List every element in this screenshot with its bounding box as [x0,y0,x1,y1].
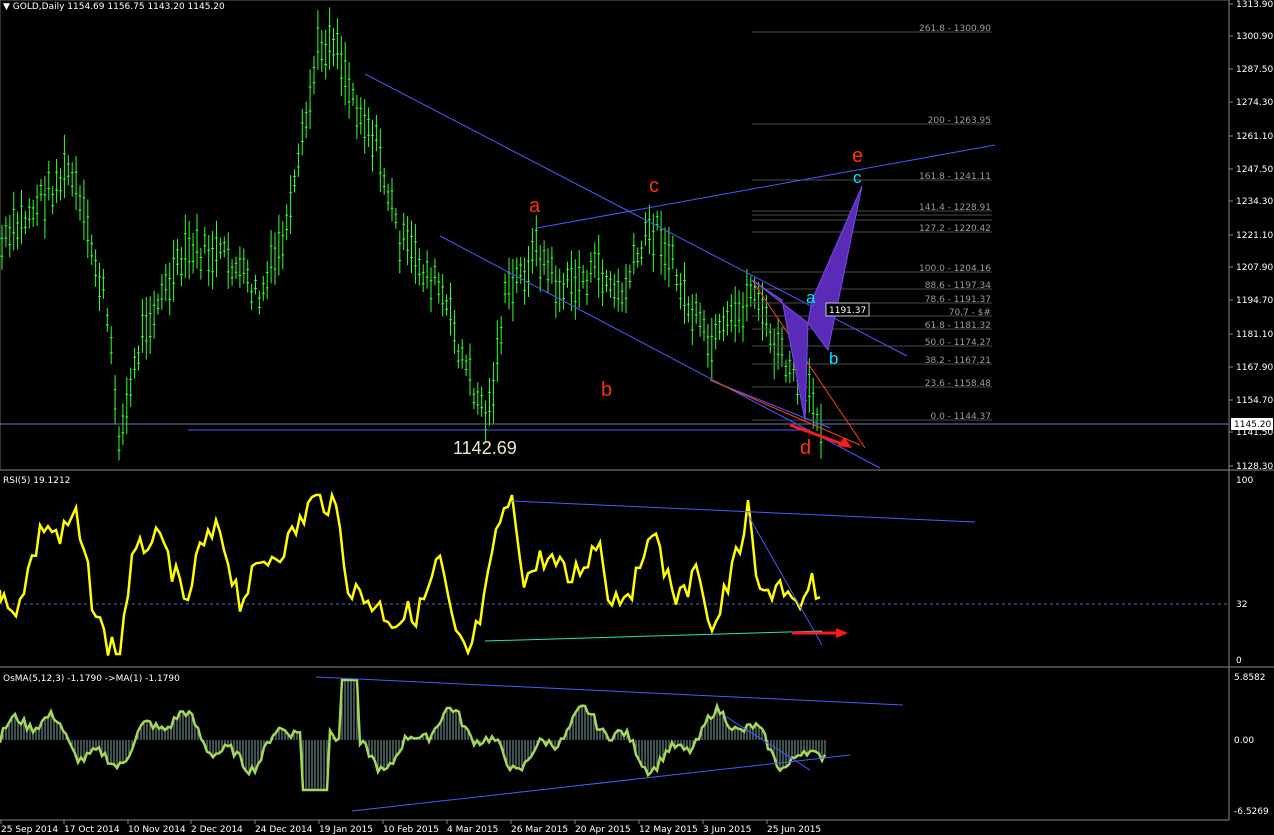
price-axis[interactable]: 1313.90 1300.90 1287.50 1274.30 1261.10 1247.… [1229,0,1273,472]
date-label: 25 Jun 2015 [767,825,821,835]
rsi-red-arrow-head [836,628,848,638]
chart-title: ▼ GOLD,Daily 1154.69 1156.75 1143.20 114… [3,2,225,12]
current-price-value: 1145.20 [1234,420,1271,430]
fib-label: 161.8 - 1241.11 [919,172,991,182]
osma-tick-label: 0.00 [1234,736,1254,746]
wave-label-b: b [601,379,612,401]
fib-label: 78.6 - 1191.37 [925,295,991,305]
fib-label: 38.2 - 1167.21 [925,356,991,366]
fib-label: 141.4 - 1228.91 [919,203,991,213]
price-tick-label: 1313.90 [1236,0,1273,10]
wave-label-a: a [529,195,541,217]
price-tick-label: 1154.70 [1236,396,1273,406]
date-label: 17 Oct 2014 [64,825,120,835]
fib-label: 70.7 - $# [949,308,991,318]
price-tick-label: 1287.50 [1236,65,1273,75]
osma-tick-label: -6.5269 [1234,807,1269,817]
date-axis: 25 Sep 2014 17 Oct 2014 10 Nov 2014 2 Dec 2… [0,820,821,835]
price-callout-value: 1191.37 [829,306,866,316]
date-label: 2 Dec 2014 [191,825,243,835]
fib-label: 100.0 - 1204.16 [919,264,991,274]
chart-canvas[interactable]: 261.8 - 1300.90 200 - 1263.95 161.8 - 1241… [0,0,1274,835]
wave-label-d: d [800,437,811,459]
date-label: 24 Dec 2014 [255,825,313,835]
fib-label: 23.6 - 1158.48 [925,379,991,389]
rsi-tick-label: 32 [1236,600,1247,610]
price-tick-label: 1247.50 [1236,165,1273,175]
wave-label-e: e [852,145,863,167]
rsi-title: RSI(5) 19.1212 [3,476,70,486]
price-tick-label: 1221.10 [1236,231,1273,241]
date-label: 20 Apr 2015 [575,825,631,835]
date-label: 3 Jun 2015 [703,825,751,835]
date-label: 25 Sep 2014 [1,825,58,835]
osma-tick-label: 5.8582 [1234,673,1266,683]
fib-label: 50.0 - 1174.27 [925,338,991,348]
date-label: 4 Mar 2015 [447,825,498,835]
price-tick-label: 1300.90 [1236,32,1273,42]
price-tick-label: 1181.10 [1236,330,1273,340]
price-tick-label: 1167.90 [1236,363,1273,373]
price-tick-label: 1194.70 [1236,296,1273,306]
rsi-axis: 100 32 0 [1236,476,1253,666]
price-tick-label: 1128.30 [1236,462,1273,472]
price-tick-label: 1261.10 [1236,132,1273,142]
rsi-tick-label: 100 [1236,476,1253,486]
wave-label-cyan-a: a [806,288,816,307]
fib-label: 127.2 - 1220.42 [919,224,991,234]
osma-axis: 5.8582 0.00 -6.5269 [1234,673,1269,817]
fib-label: 61.8 - 1181.32 [925,321,991,331]
price-tick-label: 1234.30 [1236,197,1273,207]
rsi-line [0,490,821,657]
wave-label-cyan-c: c [853,168,862,187]
fib-label: 0.0 - 1144.37 [931,412,992,422]
wave-label-cyan-b: b [829,349,838,368]
chart-title-text: GOLD,Daily 1154.69 1156.75 1143.20 1145.… [13,2,225,12]
wave-label-c: c [649,175,659,197]
date-label: 10 Feb 2015 [383,825,439,835]
fib-label: 200 - 1263.95 [928,116,991,126]
date-label: 19 Jan 2015 [319,825,373,835]
low-price-label: 1142.69 [453,438,517,458]
osma-line [0,678,827,792]
date-label: 26 Mar 2015 [511,825,568,835]
price-tick-label: 1274.30 [1236,98,1273,108]
date-label: 10 Nov 2014 [128,825,186,835]
fib-label: 88.6 - 1197.34 [925,281,991,291]
rsi-support-line [484,630,823,642]
fib-label: 261.8 - 1300.90 [919,24,991,34]
main-chart-panel[interactable] [0,0,1230,471]
date-label: 12 May 2015 [639,825,698,835]
osma-title: OsMA(5,12,3) -1.1790 ->MA(1) -1.1790 [3,674,180,684]
rsi-tick-label: 0 [1236,656,1242,666]
price-tick-label: 1207.90 [1236,263,1273,273]
